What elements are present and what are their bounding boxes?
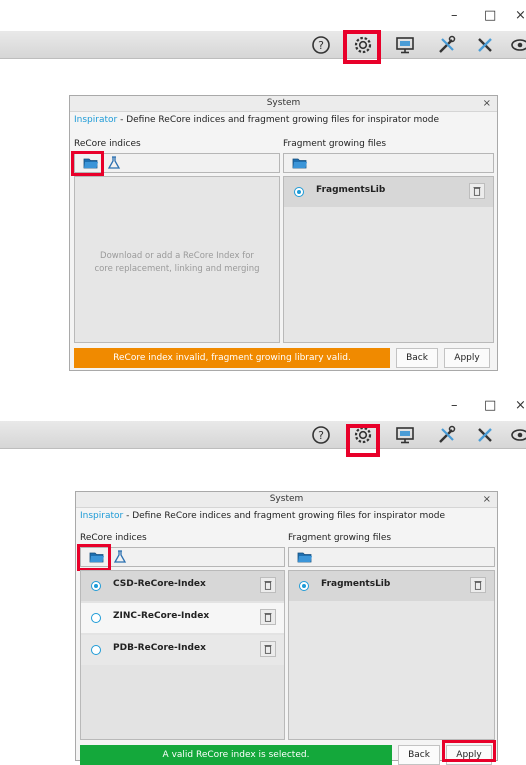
trash-icon[interactable] (260, 609, 276, 625)
mode-link[interactable]: Inspirator (80, 511, 123, 521)
trash-icon[interactable] (469, 183, 485, 199)
radio-button-selected[interactable] (294, 187, 304, 197)
cross-tools-icon[interactable] (474, 34, 496, 56)
fragment-toolbar (283, 153, 494, 173)
radio-button-selected[interactable] (91, 581, 101, 591)
visibility-icon[interactable] (509, 424, 526, 446)
fragment-toolbar (288, 547, 495, 567)
placeholder-line: Download or add a ReCore Index for (100, 251, 254, 261)
dialog-titlebar: System × (70, 96, 497, 112)
help-icon[interactable]: ? (310, 34, 332, 56)
system-dialog: System × Inspirator - Define ReCore indi… (75, 491, 498, 765)
fragment-name: FragmentsLib (316, 185, 386, 195)
system-dialog: System × Inspirator - Define ReCore indi… (69, 95, 498, 371)
dialog-titlebar: System × (76, 492, 497, 508)
fragment-files-list: FragmentsLib (283, 176, 494, 343)
folder-highlight-box (71, 151, 104, 176)
mode-link[interactable]: Inspirator (74, 115, 117, 125)
fragment-folder-icon[interactable] (297, 550, 313, 564)
tools-icon[interactable] (436, 34, 458, 56)
dialog-description: Inspirator - Define ReCore indices and f… (74, 115, 439, 125)
monitor-icon[interactable] (394, 34, 416, 56)
list-item[interactable]: FragmentsLib (284, 177, 493, 207)
fragment-files-label: Fragment growing files (288, 533, 392, 543)
list-item[interactable]: CSD-ReCore-Index (81, 571, 284, 601)
cross-tools-icon[interactable] (474, 424, 496, 446)
radio-button-selected[interactable] (299, 581, 309, 591)
dialog-close-button[interactable]: × (483, 492, 491, 507)
status-banner: A valid ReCore index is selected. (80, 745, 392, 765)
visibility-icon[interactable] (509, 34, 526, 56)
index-name: PDB-ReCore-Index (113, 643, 206, 653)
status-banner: ReCore index invalid, fragment growing l… (74, 348, 390, 368)
dialog-close-button[interactable]: × (483, 96, 491, 111)
trash-icon[interactable] (260, 577, 276, 593)
description-text: - Define ReCore indices and fragment gro… (117, 115, 440, 125)
fragment-name: FragmentsLib (321, 579, 391, 589)
minimize-button[interactable]: – (451, 8, 458, 23)
radio-button[interactable] (91, 645, 101, 655)
maximize-button[interactable]: □ (484, 398, 496, 413)
recore-indices-list: CSD-ReCore-Index ZINC-ReCore-Index PDB-R… (80, 570, 285, 740)
back-button[interactable]: Back (398, 745, 440, 765)
dialog-description: Inspirator - Define ReCore indices and f… (80, 511, 445, 521)
trash-icon[interactable] (260, 641, 276, 657)
help-icon[interactable]: ? (310, 424, 332, 446)
fragment-files-list: FragmentsLib (288, 570, 495, 740)
settings-highlight-box (343, 30, 381, 64)
trash-icon[interactable] (470, 577, 486, 593)
screenshot-panel-1: – □ × ? System × Inspirator - Define ReC… (0, 0, 526, 385)
screenshot-panel-2: – □ × ? System × Inspirator - Define ReC… (0, 390, 526, 765)
placeholder-line: core replacement, linking and merging (94, 264, 260, 274)
svg-text:?: ? (318, 429, 324, 442)
dialog-title: System (269, 494, 304, 504)
main-toolbar: ? (0, 31, 526, 59)
tools-icon[interactable] (436, 424, 458, 446)
download-flask-icon[interactable] (106, 156, 122, 170)
list-item[interactable]: FragmentsLib (289, 571, 494, 601)
radio-button[interactable] (91, 613, 101, 623)
recore-indices-label: ReCore indices (74, 139, 141, 149)
fragment-folder-icon[interactable] (292, 156, 308, 170)
description-text: - Define ReCore indices and fragment gro… (123, 511, 446, 521)
recore-indices-list: Download or add a ReCore Index for core … (74, 176, 280, 343)
folder-highlight-box (77, 544, 111, 571)
empty-list-placeholder: Download or add a ReCore Index for core … (75, 250, 279, 276)
fragment-files-label: Fragment growing files (283, 139, 387, 149)
list-item[interactable]: PDB-ReCore-Index (81, 635, 284, 665)
settings-highlight-box (346, 424, 380, 457)
close-window-button[interactable]: × (515, 398, 526, 413)
recore-toolbar (74, 153, 280, 173)
apply-button[interactable]: Apply (444, 348, 490, 368)
index-name: CSD-ReCore-Index (113, 579, 206, 589)
list-item[interactable]: ZINC-ReCore-Index (81, 603, 284, 633)
index-name: ZINC-ReCore-Index (113, 611, 210, 621)
main-toolbar: ? (0, 421, 526, 449)
svg-text:?: ? (318, 39, 324, 52)
close-window-button[interactable]: × (515, 8, 526, 23)
apply-highlight-box (442, 740, 496, 762)
recore-indices-label: ReCore indices (80, 533, 147, 543)
maximize-button[interactable]: □ (484, 8, 496, 23)
dialog-title: System (266, 98, 301, 108)
monitor-icon[interactable] (394, 424, 416, 446)
back-button[interactable]: Back (396, 348, 438, 368)
download-flask-icon[interactable] (112, 550, 128, 564)
minimize-button[interactable]: – (451, 398, 458, 413)
